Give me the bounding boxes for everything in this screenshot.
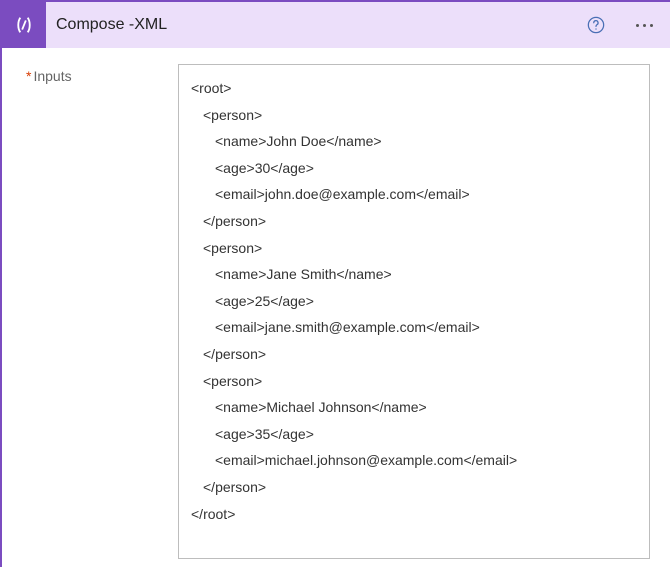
inputs-label: *Inputs: [26, 64, 164, 559]
card-body: *Inputs <root><person><name>John Doe</na…: [2, 48, 670, 575]
xml-line: <name>Michael Johnson</name>: [191, 394, 637, 421]
xml-line: <age>25</age>: [191, 288, 637, 315]
xml-line: <age>35</age>: [191, 421, 637, 448]
xml-line: </person>: [191, 208, 637, 235]
inputs-textarea[interactable]: <root><person><name>John Doe</name><age>…: [178, 64, 650, 559]
xml-line: <person>: [191, 235, 637, 262]
required-marker: *: [26, 68, 31, 84]
xml-line: <name>John Doe</name>: [191, 128, 637, 155]
more-icon[interactable]: [630, 24, 658, 27]
help-icon[interactable]: [586, 15, 606, 35]
inputs-field-wrap: <root><person><name>John Doe</name><age>…: [178, 64, 650, 559]
xml-line: </person>: [191, 341, 637, 368]
xml-line: </person>: [191, 474, 637, 501]
xml-line: <age>30</age>: [191, 155, 637, 182]
compose-icon: [2, 2, 46, 48]
card-title: Compose -XML: [56, 16, 576, 34]
xml-line: <email>jane.smith@example.com</email>: [191, 314, 637, 341]
xml-line: <person>: [191, 368, 637, 395]
xml-line: <root>: [191, 75, 637, 102]
xml-line: <name>Jane Smith</name>: [191, 261, 637, 288]
xml-line: <person>: [191, 102, 637, 129]
xml-line: <email>michael.johnson@example.com</emai…: [191, 447, 637, 474]
card-header: Compose -XML: [2, 2, 670, 48]
xml-line: <email>john.doe@example.com</email>: [191, 181, 637, 208]
compose-action-card: Compose -XML *Inputs <root><person><name…: [0, 0, 670, 567]
xml-line: </root>: [191, 501, 637, 528]
